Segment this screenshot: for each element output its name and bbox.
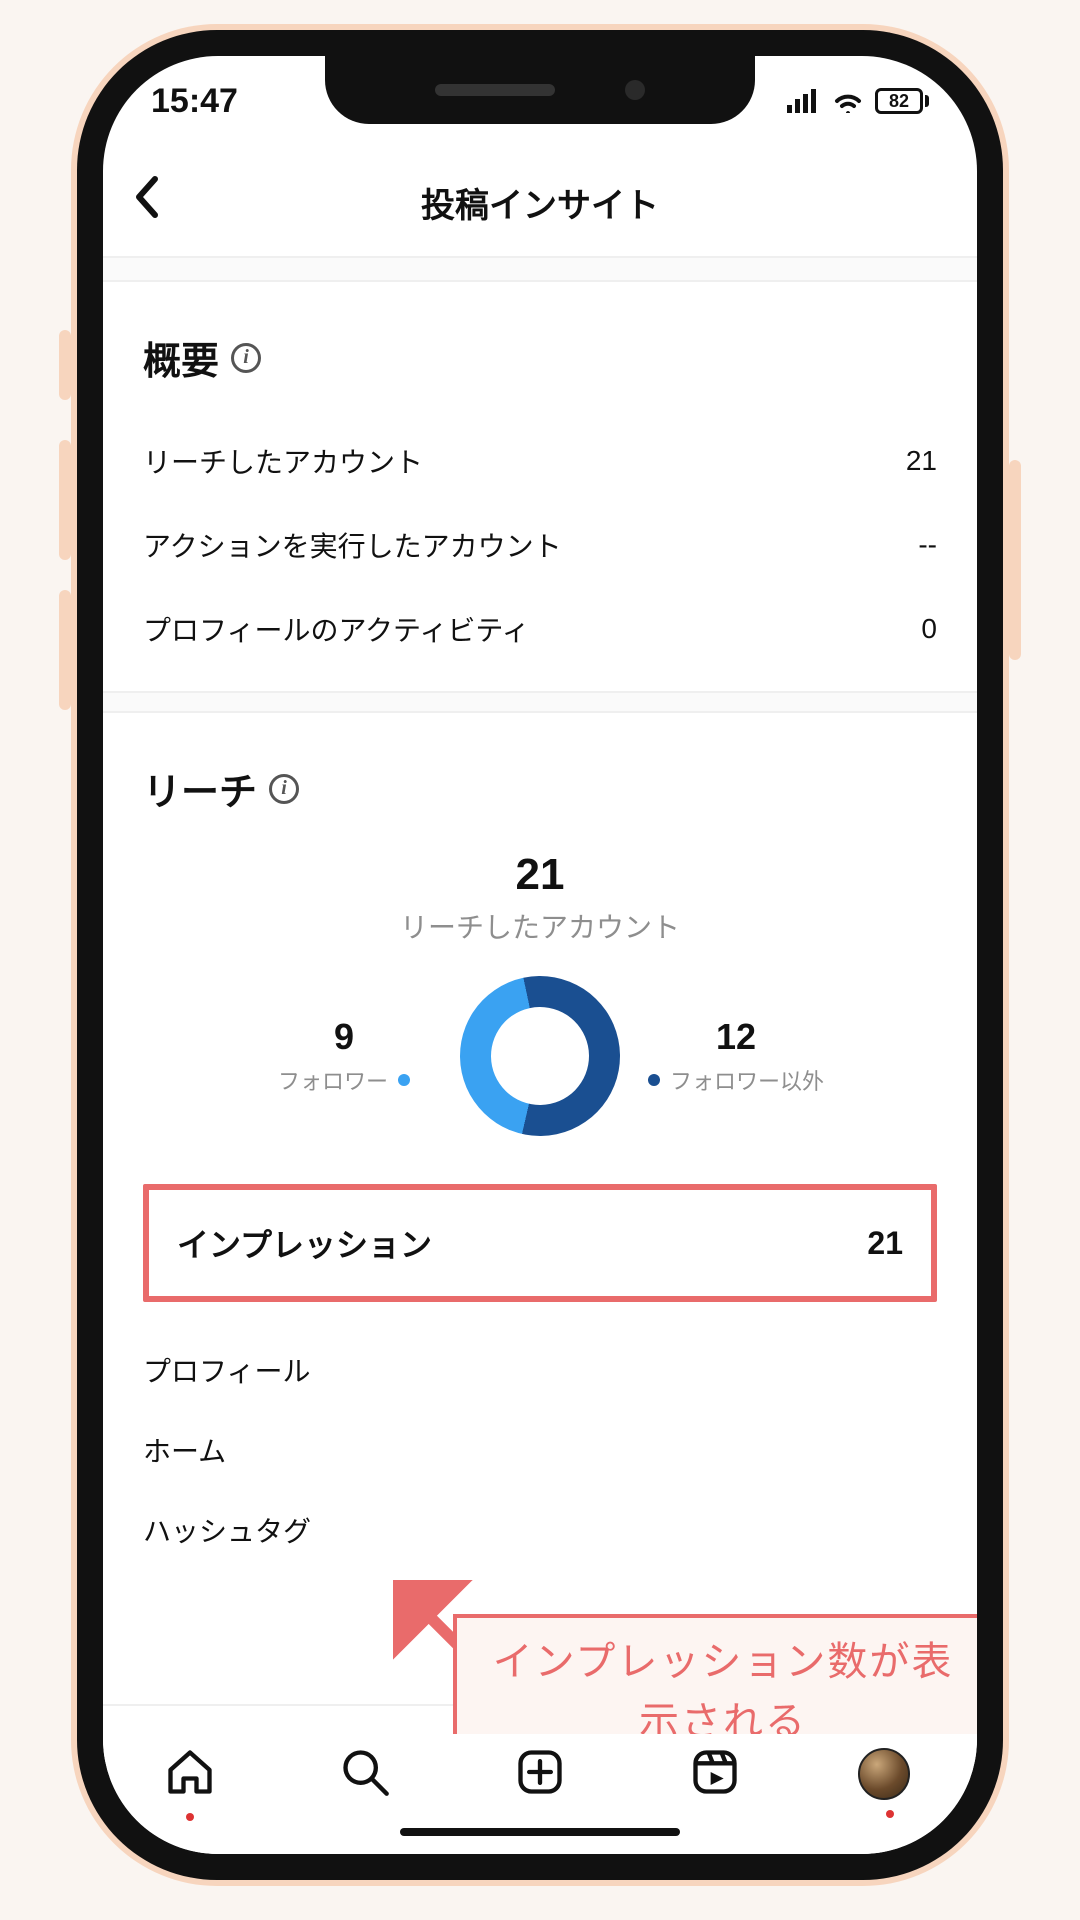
reach-followers-side: 9 フォロワー	[254, 1016, 434, 1096]
impressions-label: インプレッション	[177, 1220, 432, 1266]
battery-icon: 82	[875, 88, 929, 114]
battery-level: 82	[875, 88, 923, 114]
overview-row-label: アクションを実行したアカウント	[143, 525, 562, 565]
reels-icon	[689, 1746, 741, 1798]
wifi-icon	[831, 89, 865, 113]
impressions-row-highlight[interactable]: インプレッション 21	[143, 1184, 937, 1302]
reach-total: 21 リーチしたアカウント	[143, 850, 937, 946]
legend-dot-icon	[398, 1074, 410, 1086]
info-icon[interactable]: i	[231, 343, 261, 373]
search-icon	[339, 1746, 391, 1798]
nav-title: 投稿インサイト	[421, 178, 659, 227]
reach-title-text: リーチ	[143, 761, 257, 816]
chevron-left-icon	[133, 175, 161, 219]
tab-profile[interactable]	[858, 1748, 922, 1800]
impressions-sub-item[interactable]: プロフィール	[103, 1330, 977, 1410]
home-icon	[164, 1746, 216, 1798]
overview-title: 概要 i	[143, 330, 937, 385]
reach-title: リーチ i	[143, 761, 937, 816]
section-divider	[103, 691, 977, 713]
phone-screen: 15:47 82	[103, 56, 977, 1854]
content-scroll[interactable]: 概要 i リーチしたアカウント 21 アクションを実行したアカウント -- プロ…	[103, 258, 977, 1734]
tab-reels[interactable]	[683, 1746, 747, 1803]
impressions-sub-item[interactable]: ハッシュタグ	[103, 1490, 977, 1570]
reach-donut-area: 9 フォロワー 12 フォロワー以外	[143, 976, 937, 1136]
home-indicator[interactable]	[400, 1828, 680, 1836]
info-icon[interactable]: i	[269, 774, 299, 804]
overview-row[interactable]: リーチしたアカウント 21	[143, 419, 937, 503]
reach-total-number: 21	[143, 850, 937, 900]
annotation-callout: インプレッション数が表示される	[453, 1614, 977, 1734]
back-button[interactable]	[133, 175, 161, 230]
overview-row[interactable]: アクションを実行したアカウント --	[143, 503, 937, 587]
avatar-icon	[858, 1748, 910, 1800]
nonfollowers-count: 12	[646, 1016, 826, 1058]
overview-section: 概要 i リーチしたアカウント 21 アクションを実行したアカウント -- プロ…	[103, 282, 977, 691]
notification-dot-icon	[886, 1810, 894, 1818]
followers-count: 9	[254, 1016, 434, 1058]
overview-row-value: --	[918, 529, 937, 561]
notification-dot-icon	[186, 1813, 194, 1821]
legend-dot-icon	[648, 1074, 660, 1086]
nav-bar: 投稿インサイト	[103, 148, 977, 258]
impressions-value: 21	[867, 1225, 903, 1262]
side-button-volume-up	[59, 440, 71, 560]
overview-title-text: 概要	[143, 330, 219, 385]
reach-total-label: リーチしたアカウント	[143, 906, 937, 946]
status-time: 15:47	[151, 82, 238, 121]
status-bar: 15:47 82	[103, 78, 977, 124]
cellular-icon	[787, 89, 821, 113]
side-button-power	[1009, 460, 1021, 660]
overview-row-value: 21	[906, 445, 937, 477]
overview-row-value: 0	[921, 613, 937, 645]
tab-search[interactable]	[333, 1746, 397, 1803]
tab-home[interactable]	[158, 1746, 222, 1803]
side-button-volume-down	[59, 590, 71, 710]
status-right: 82	[787, 88, 929, 114]
plus-square-icon	[514, 1746, 566, 1798]
nonfollowers-label: フォロワー以外	[648, 1064, 824, 1096]
phone-frame: 15:47 82	[77, 30, 1003, 1880]
reach-nonfollowers-side: 12 フォロワー以外	[646, 1016, 826, 1096]
impressions-sub-item[interactable]: ホーム	[103, 1410, 977, 1490]
overview-row-label: リーチしたアカウント	[143, 441, 423, 481]
reach-donut-chart	[445, 961, 635, 1151]
section-divider	[103, 258, 977, 282]
tab-create[interactable]	[508, 1746, 572, 1803]
followers-label: フォロワー	[278, 1064, 410, 1096]
reach-section: リーチ i 21 リーチしたアカウント 9 フォロワー	[103, 713, 977, 1330]
overview-row-label: プロフィールのアクティビティ	[143, 609, 530, 649]
overview-row[interactable]: プロフィールのアクティビティ 0	[143, 587, 937, 671]
side-button-silence	[59, 330, 71, 400]
